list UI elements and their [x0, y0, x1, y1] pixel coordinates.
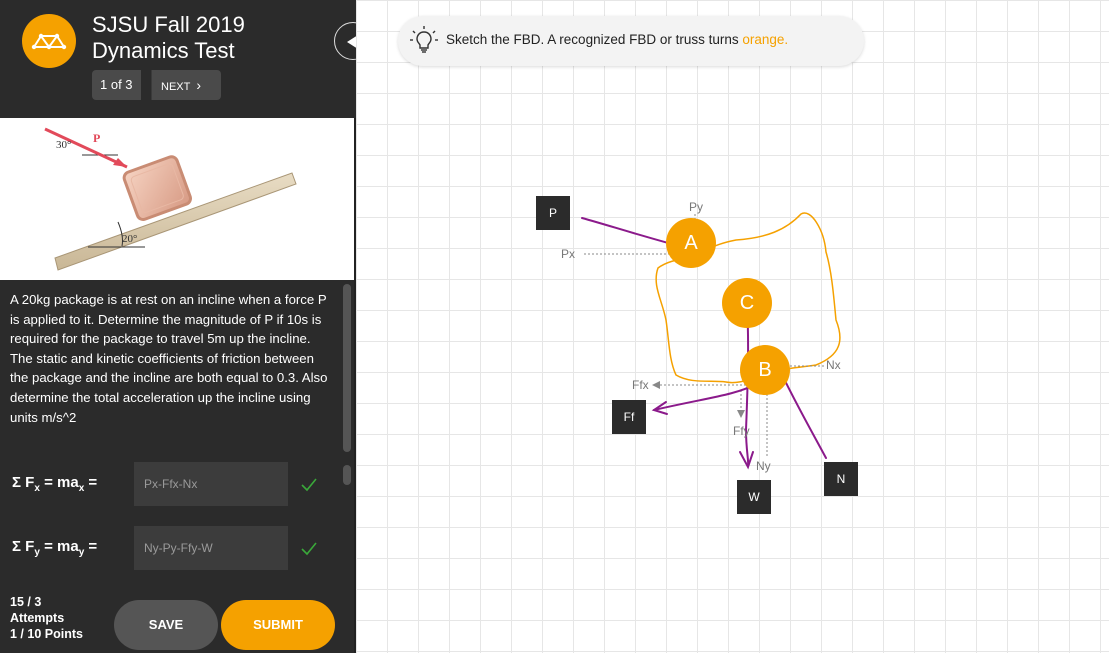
next-label: NEXT [161, 81, 191, 93]
force-label: P [93, 131, 100, 145]
page-title: SJSU Fall 2019 Dynamics Test [92, 12, 322, 64]
chevron-right-icon: › [196, 77, 202, 93]
incline-angle-label: 20° [122, 233, 137, 245]
equation-input-x[interactable]: Px-Ffx-Nx [134, 462, 288, 506]
sidebar-header: SJSU Fall 2019 Dynamics Test 1 of 3 NEXT… [0, 0, 356, 118]
drawing-canvas[interactable]: A C B P Ff W N Py Px Nx Ffx Ffy Ny [356, 0, 1109, 653]
check-icon [301, 478, 317, 492]
title-line-1: SJSU Fall 2019 [92, 12, 245, 37]
force-angle-label: 30° [56, 139, 71, 151]
node-b[interactable]: B [740, 345, 790, 395]
hint-bar: Sketch the FBD. A recognized FBD or trus… [398, 16, 864, 66]
equation-row-x: Σ Fx = max = Px-Ffx-Nx [10, 462, 330, 506]
equation-input-y[interactable]: Ny-Py-Ffy-W [134, 526, 288, 570]
scrollbar-thumb[interactable] [343, 284, 351, 452]
page-indicator: 1 of 3 [92, 70, 141, 100]
title-line-2: Dynamics Test [92, 38, 235, 63]
scrollbar-thumb-secondary[interactable] [343, 465, 351, 485]
fbd-sketch [581, 212, 841, 470]
attempts-label: Attempts [10, 611, 65, 625]
attempts-count: 15 / 3 [10, 595, 42, 609]
attempts-info: 15 / 3 Attempts 1 / 10 Points [10, 594, 83, 642]
points-label: 1 / 10 Points [10, 627, 83, 641]
lightbulb-icon [410, 26, 438, 53]
problem-panel: A 20kg package is at rest on an incline … [0, 280, 340, 590]
equation-label-x: Σ Fx = max = [12, 474, 98, 494]
node-c[interactable]: C [722, 278, 772, 328]
equation-label-y: Σ Fy = may = [12, 538, 98, 558]
hint-accent: orange. [742, 32, 789, 47]
save-button[interactable]: SAVE [114, 600, 218, 650]
package-box [122, 155, 192, 221]
hint-text: Sketch the FBD. A recognized FBD or trus… [446, 32, 789, 47]
force-tag-n[interactable]: N [824, 462, 858, 496]
component-label-ffy: Ffy [733, 424, 750, 438]
problem-figure: 20° 30° P [0, 118, 354, 280]
check-icon [301, 542, 317, 556]
equation-row-y: Σ Fy = may = Ny-Py-Ffy-W [10, 526, 330, 570]
sidebar-footer: 15 / 3 Attempts 1 / 10 Points SAVE SUBMI… [0, 590, 354, 653]
next-button[interactable]: NEXT › [151, 70, 221, 100]
force-tag-ff[interactable]: Ff [612, 400, 646, 434]
truss-logo-icon [22, 14, 76, 68]
component-label-px: Px [561, 247, 576, 261]
node-a[interactable]: A [666, 218, 716, 268]
component-label-ffx: Ffx [632, 378, 649, 392]
force-tag-w[interactable]: W [737, 480, 771, 514]
incline-figure: 20° 30° P [44, 127, 297, 271]
submit-button[interactable]: SUBMIT [221, 600, 335, 650]
problem-statement: A 20kg package is at rest on an incline … [10, 292, 328, 425]
sidebar: SJSU Fall 2019 Dynamics Test 1 of 3 NEXT… [0, 0, 356, 653]
component-label-ny: Ny [756, 459, 771, 473]
component-label-nx: Nx [826, 358, 841, 372]
force-tag-p[interactable]: P [536, 196, 570, 230]
component-label-py: Py [689, 200, 704, 214]
